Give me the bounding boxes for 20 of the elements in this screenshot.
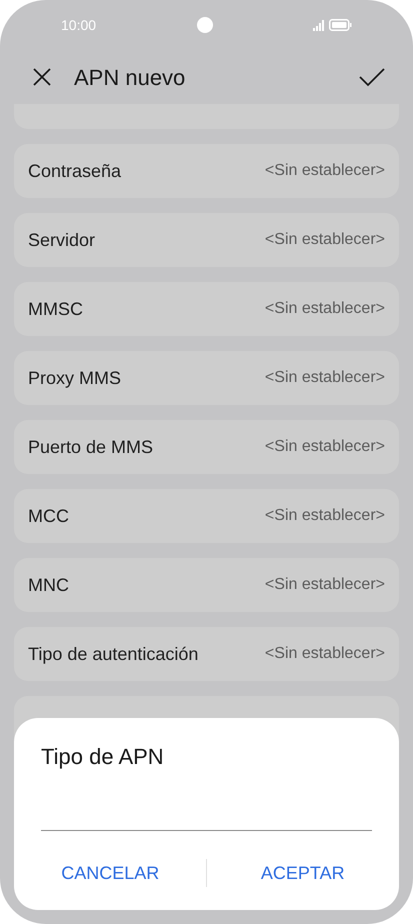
setting-row[interactable]: MNC <Sin establecer> [14,558,399,612]
status-time: 10:00 [61,16,96,34]
screen-title: APN nuevo [74,64,186,92]
close-icon [32,67,52,87]
dialog-title: Tipo de APN [41,743,164,771]
save-button[interactable] [359,66,385,88]
battery-icon [328,19,352,31]
check-icon [359,67,385,87]
setting-row[interactable]: Tipo de autenticación <Sin establecer> [14,627,399,681]
dialog-button[interactable]: ACEPTAR [258,856,347,890]
signal-icon [312,20,325,30]
setting-row[interactable]: Proxy MMS <Sin establecer> [14,351,399,405]
camera-icon [196,17,213,33]
close-button[interactable] [31,66,53,88]
setting-row[interactable]: MMSC <Sin establecer> [14,282,399,336]
setting-row[interactable]: Contraseña <Sin establecer> [14,144,399,198]
setting-row[interactable]: Servidor <Sin establecer> [14,213,399,267]
setting-row[interactable]: MCC <Sin establecer> [14,489,399,543]
dialog-button[interactable]: CANCELAR [59,856,162,890]
setting-row[interactable]: Puerto de MMS <Sin establecer> [14,420,399,474]
